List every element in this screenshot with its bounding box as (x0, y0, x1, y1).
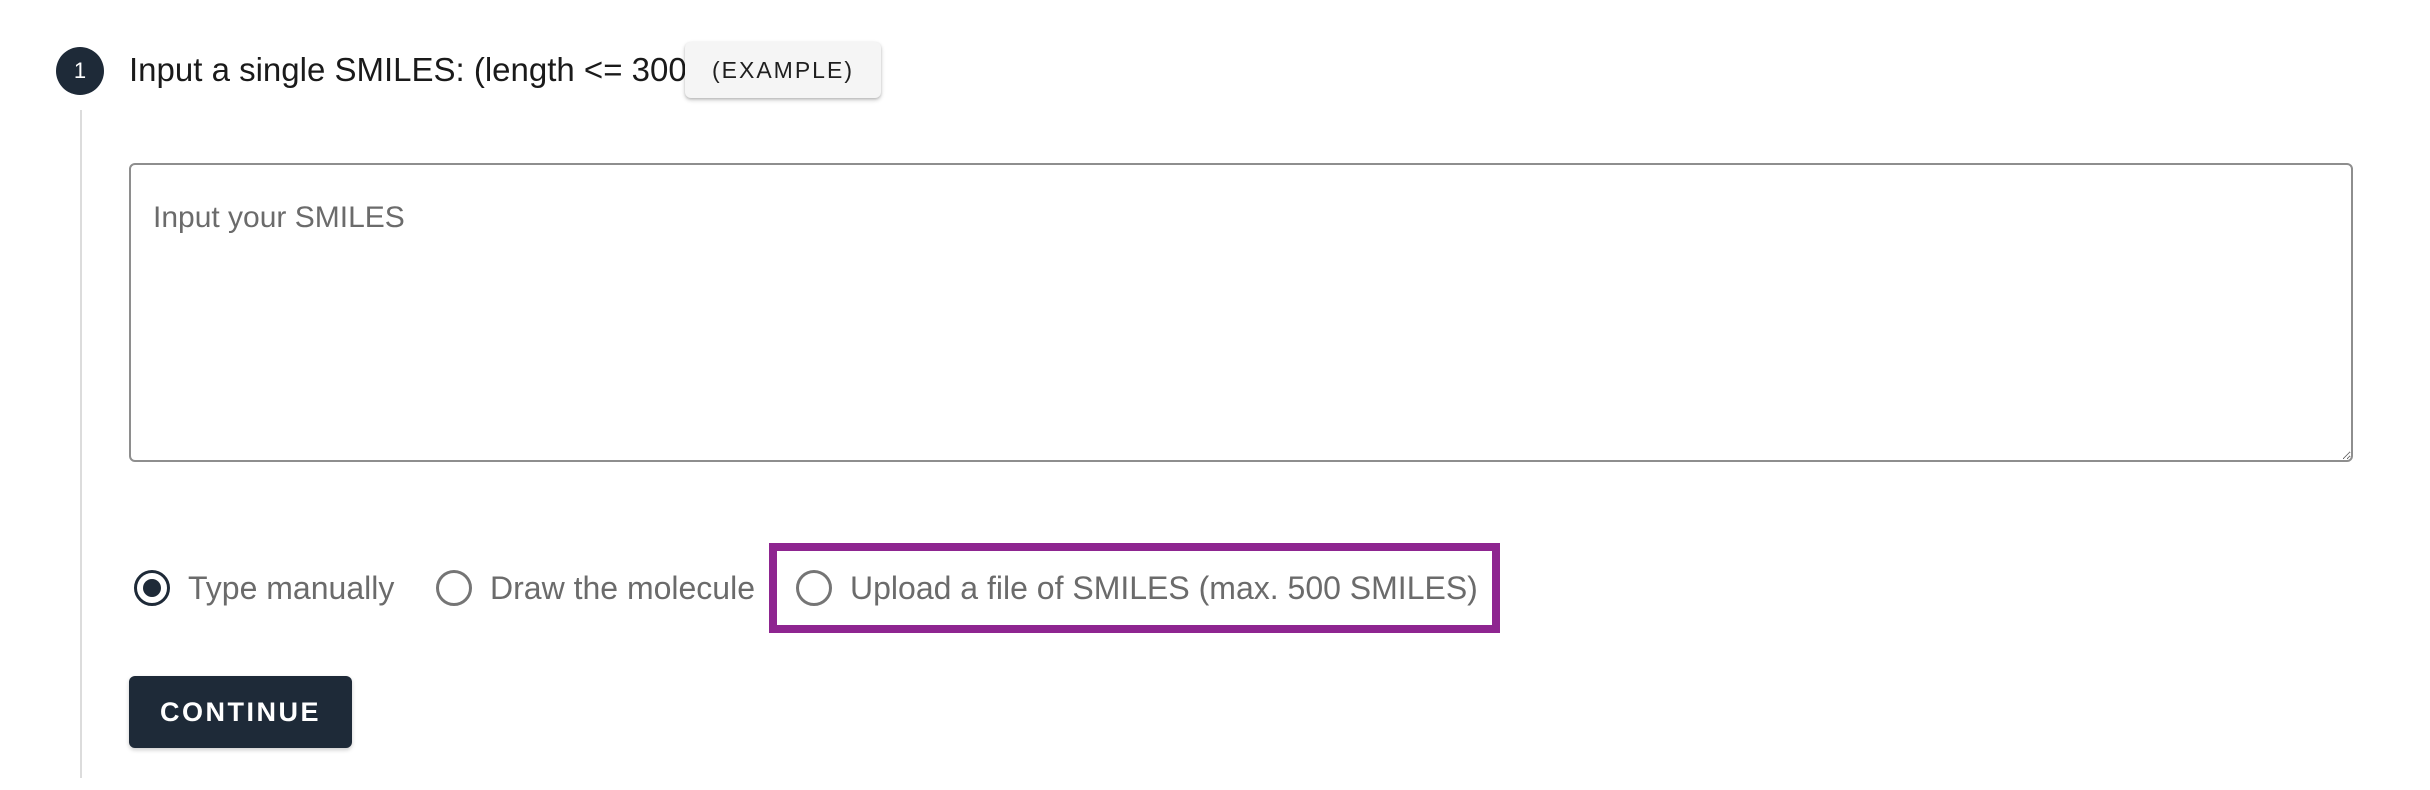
step-title: Input a single SMILES: (length <= 300) (129, 51, 698, 88)
example-button[interactable]: (EXAMPLE) (685, 42, 881, 98)
smiles-input[interactable] (129, 163, 2353, 462)
radio-draw-molecule[interactable]: Draw the molecule (436, 556, 755, 620)
step-connector-line (80, 110, 82, 778)
upload-option-highlight (769, 543, 1500, 633)
radio-unchecked-icon[interactable] (436, 570, 472, 606)
step-number-badge: 1 (56, 47, 104, 95)
radio-label-draw-molecule: Draw the molecule (490, 569, 755, 606)
radio-label-type-manually: Type manually (188, 569, 395, 606)
radio-type-manually[interactable]: Type manually (134, 556, 394, 620)
radio-checked-icon[interactable] (134, 570, 170, 606)
continue-button[interactable]: CONTINUE (129, 676, 352, 748)
